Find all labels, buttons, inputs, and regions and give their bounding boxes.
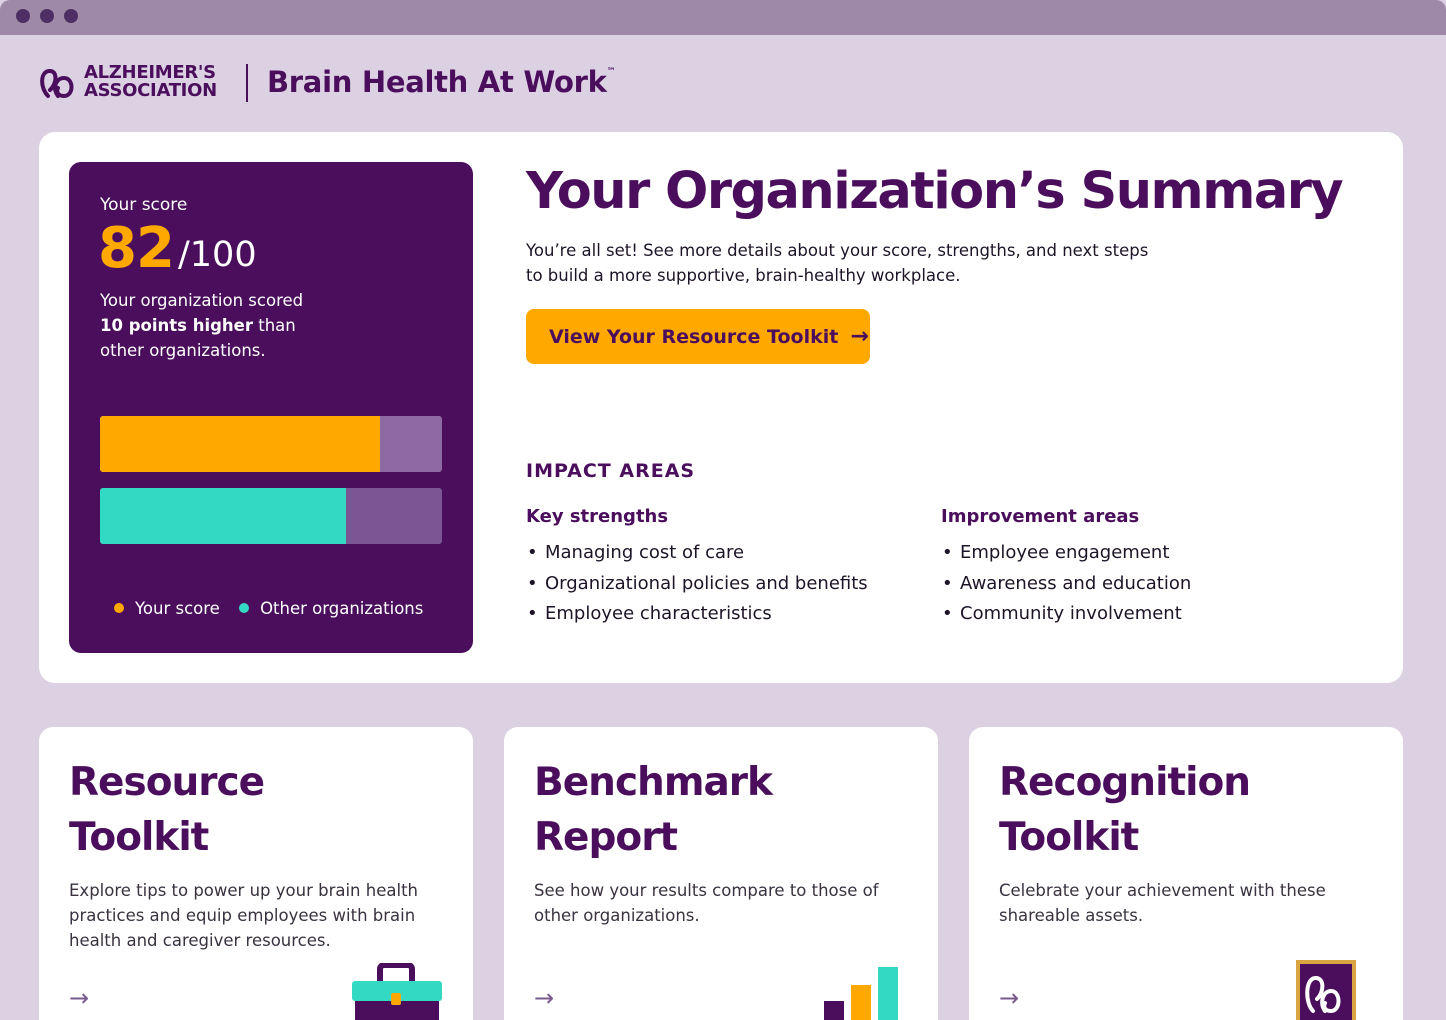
legend-label: Your score: [135, 598, 220, 618]
key-strengths-heading: Key strengths: [526, 506, 669, 527]
window-minimize-dot[interactable]: [40, 9, 54, 23]
trademark-mark: ™: [606, 67, 616, 77]
score-value: 82: [98, 216, 175, 281]
list-item: Community involvement: [933, 599, 1191, 630]
card-description: See how your results compare to those of…: [534, 881, 879, 925]
card-title-line-1: Recognition: [999, 760, 1251, 805]
card-title-line-1: Benchmark: [534, 760, 773, 805]
card-title-line-2: Report: [534, 815, 678, 860]
arrow-right-icon[interactable]: →: [69, 984, 89, 1012]
card-title-line-1: Resource: [69, 760, 265, 805]
card-title-line-2: Toolkit: [69, 815, 209, 860]
legend-label: Other organizations: [260, 598, 424, 618]
legend-dot-orange-icon: [114, 603, 124, 613]
score-panel: Your score 82 /100 Your organization sco…: [69, 162, 473, 653]
arrow-right-icon[interactable]: →: [999, 984, 1019, 1012]
card-title: Resource Toolkit: [69, 755, 389, 865]
resource-toolkit-card[interactable]: Resource Toolkit Explore tips to power u…: [39, 727, 473, 1020]
your-score-bar-track: [100, 416, 442, 472]
summary-card: Your score 82 /100 Your organization sco…: [39, 132, 1403, 683]
your-score-bar: [100, 416, 380, 472]
arrow-right-icon: →: [850, 324, 869, 349]
summary-intro-line-1: You’re all set! See more details about y…: [526, 241, 1149, 260]
badge-icon: [1296, 960, 1356, 1020]
score-label: Your score: [100, 195, 188, 215]
improvement-areas-list: Employee engagement Awareness and educat…: [933, 538, 1191, 630]
score-desc-line-1: Your organization scored: [100, 291, 304, 310]
site-header: ALZHEIMER'S ASSOCIATION Brain Health At …: [38, 62, 638, 106]
impact-areas-heading: IMPACT AREAS: [526, 460, 696, 482]
chart-legend: Your score Other organizations: [114, 598, 437, 618]
logo-line-2: ASSOCIATION: [84, 80, 217, 101]
window-close-dot[interactable]: [16, 9, 30, 23]
list-item: Organizational policies and benefits: [518, 569, 868, 600]
score-desc-mid: than: [253, 316, 296, 335]
score-description: Your organization scored 10 points highe…: [100, 288, 400, 363]
card-description: Explore tips to power up your brain heal…: [69, 881, 418, 950]
list-item: Employee engagement: [933, 538, 1191, 569]
score-desc-line-3: other organizations.: [100, 341, 266, 360]
cta-label: View Your Resource Toolkit: [549, 325, 839, 348]
view-resource-toolkit-button[interactable]: View Your Resource Toolkit →: [526, 309, 870, 364]
legend-other-orgs: Other organizations: [239, 599, 423, 618]
score-max: /100: [178, 235, 257, 275]
summary-intro-line-2: to build a more supportive, brain-health…: [526, 266, 961, 285]
page-title: Your Organization’s Summary: [526, 162, 1344, 221]
card-description: Celebrate your achievement with these sh…: [999, 881, 1326, 925]
window-titlebar: [0, 0, 1446, 35]
benchmark-report-card[interactable]: Benchmark Report See how your results co…: [504, 727, 938, 1020]
logo-divider: [246, 64, 248, 102]
recognition-toolkit-card[interactable]: Recognition Toolkit Celebrate your achie…: [969, 727, 1403, 1020]
card-title: Recognition Toolkit: [999, 755, 1319, 865]
list-item: Awareness and education: [933, 569, 1191, 600]
bar-chart-icon: [824, 967, 898, 1020]
arrow-right-icon[interactable]: →: [534, 984, 554, 1012]
score-desc-bold: 10 points higher: [100, 316, 253, 335]
list-item: Managing cost of care: [518, 538, 868, 569]
window-maximize-dot[interactable]: [64, 9, 78, 23]
other-orgs-bar-track: [100, 488, 442, 544]
brand-title-text: Brain Health At Work: [267, 65, 607, 99]
card-title: Benchmark Report: [534, 755, 854, 865]
toolbox-icon: [352, 963, 442, 1020]
summary-intro: You’re all set! See more details about y…: [526, 238, 1176, 288]
other-orgs-bar: [100, 488, 346, 544]
key-strengths-list: Managing cost of care Organizational pol…: [518, 538, 868, 630]
improvement-areas-heading: Improvement areas: [941, 506, 1140, 527]
legend-dot-teal-icon: [239, 603, 250, 613]
legend-your-score: Your score: [114, 599, 220, 618]
brand-title: Brain Health At Work™: [267, 65, 616, 99]
list-item: Employee characteristics: [518, 599, 868, 630]
logo-wordmark: ALZHEIMER'S ASSOCIATION: [84, 64, 217, 100]
alzheimers-logo-icon: [40, 69, 74, 99]
card-title-line-2: Toolkit: [999, 815, 1139, 860]
